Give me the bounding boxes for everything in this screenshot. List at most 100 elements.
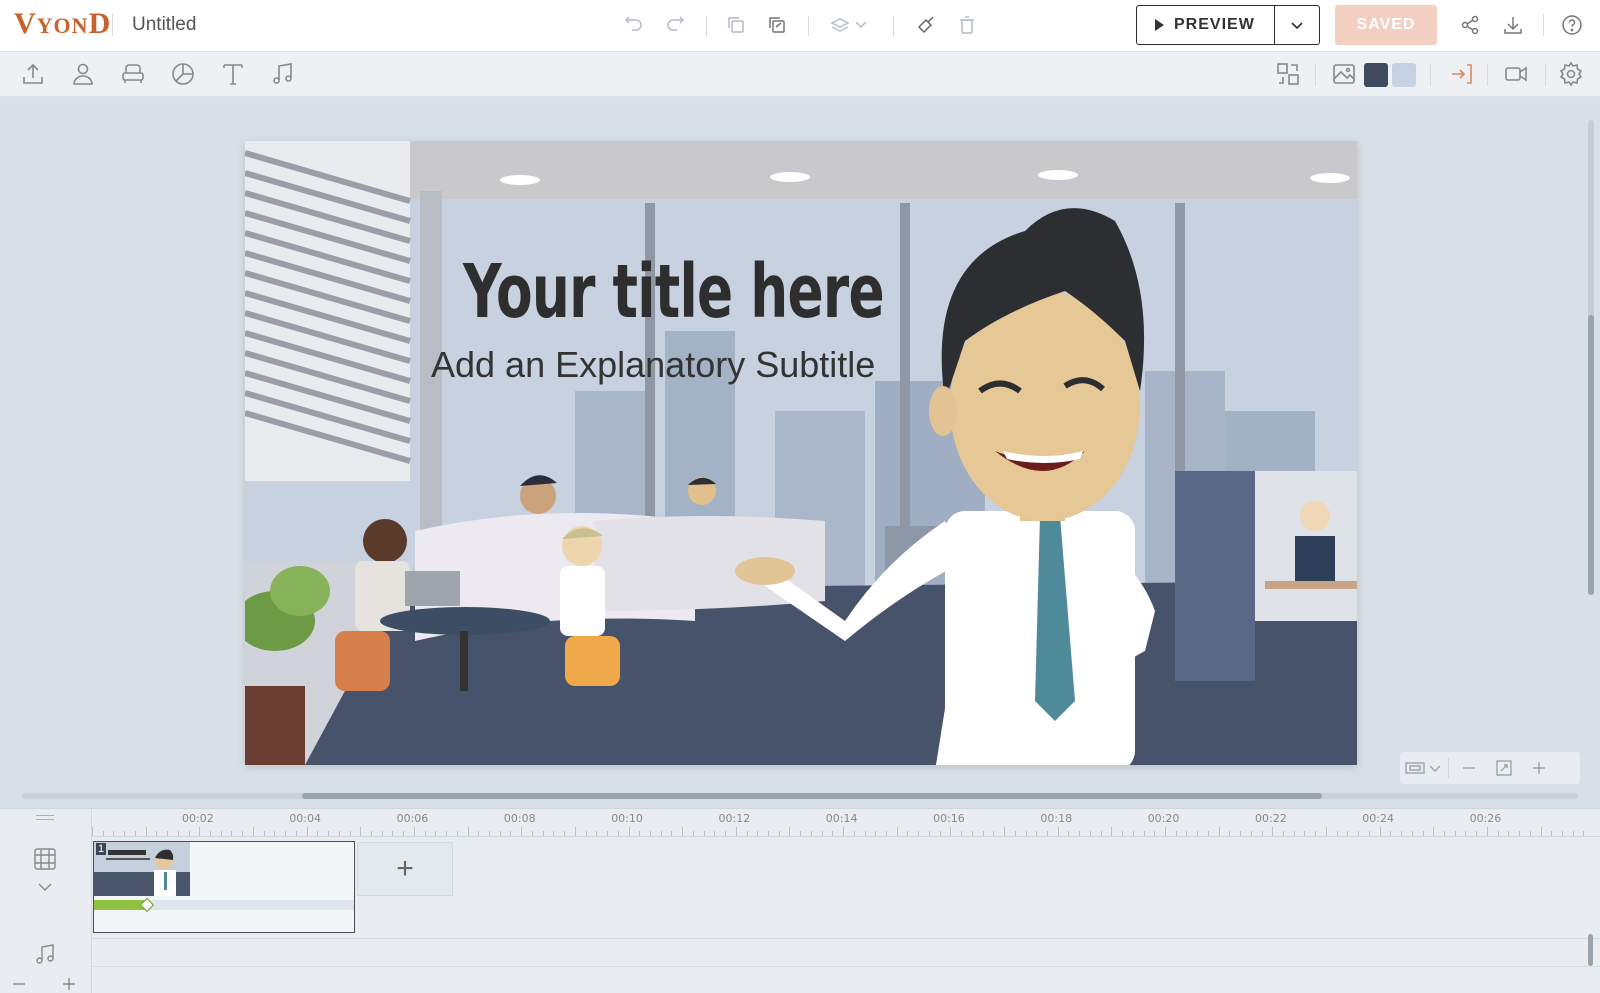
scene-number: 1	[96, 843, 107, 855]
ruler-tick	[1111, 827, 1113, 836]
ruler-tick	[607, 831, 609, 836]
ruler-tick	[424, 831, 426, 836]
stage-vertical-scrollbar[interactable]	[1588, 120, 1594, 595]
ruler-tick	[456, 831, 458, 836]
help-icon[interactable]	[1561, 14, 1585, 38]
ruler-time-label: 00:26	[1469, 812, 1502, 825]
redo-icon[interactable]	[663, 13, 687, 37]
scene-canvas[interactable]: Your title here Add an Explanatory Subti…	[245, 141, 1357, 765]
enter-icon[interactable]	[1447, 60, 1475, 88]
trash-icon[interactable]	[955, 13, 979, 37]
scene-title-text[interactable]: Your title here	[463, 249, 885, 335]
ruler-tick	[1422, 831, 1424, 836]
ruler-tick	[1068, 831, 1070, 836]
preview-play-button[interactable]: PREVIEW	[1137, 6, 1275, 44]
share-icon[interactable]	[1459, 14, 1483, 38]
preview-button[interactable]: PREVIEW	[1136, 5, 1320, 45]
stage-horizontal-scrollbar[interactable]	[22, 793, 1578, 799]
ruler-tick	[1261, 831, 1263, 836]
ruler-tick	[102, 831, 104, 836]
scene-clip[interactable]: 1	[93, 841, 355, 933]
ruler-tick	[381, 831, 383, 836]
ruler-tick	[1497, 831, 1499, 836]
ruler-tick	[971, 831, 973, 836]
upload-icon[interactable]	[19, 60, 47, 88]
ruler-tick	[907, 831, 909, 836]
ruler-tick	[1347, 831, 1349, 836]
download-icon[interactable]	[1502, 14, 1526, 38]
audio-track[interactable]	[92, 940, 1600, 993]
ruler-tick	[961, 831, 963, 836]
music-icon[interactable]	[269, 60, 297, 88]
ruler-tick	[199, 827, 201, 836]
ruler-time-label: 00:16	[933, 812, 965, 825]
ruler-tick	[285, 831, 287, 836]
camera-icon[interactable]	[1502, 60, 1530, 88]
saved-button[interactable]: SAVED	[1335, 5, 1437, 45]
text-icon[interactable]	[219, 60, 247, 88]
preview-dropdown-button[interactable]	[1275, 18, 1319, 32]
ruler-tick	[1540, 827, 1542, 836]
chart-icon[interactable]	[169, 60, 197, 88]
scenes-icon[interactable]	[33, 847, 57, 876]
ruler-tick	[370, 831, 372, 836]
resize-handle[interactable]	[36, 815, 54, 816]
ruler-tick	[746, 831, 748, 836]
chevron-down-icon[interactable]	[38, 879, 52, 897]
zoom-controls	[1400, 752, 1580, 784]
document-title[interactable]: Untitled	[132, 14, 196, 36]
zoom-in-timeline-icon[interactable]	[62, 977, 76, 993]
divider	[808, 16, 809, 36]
ruler-tick	[1036, 831, 1038, 836]
scrollbar-thumb[interactable]	[302, 793, 1322, 799]
ruler-tick	[317, 831, 319, 836]
ruler-time-label: 00:12	[718, 812, 751, 825]
swap-icon[interactable]	[1274, 60, 1302, 88]
ruler-time-label: 00:20	[1147, 812, 1180, 825]
ruler-tick	[413, 827, 415, 836]
zoom-in-button[interactable]	[1519, 752, 1559, 784]
ruler-tick	[800, 831, 802, 836]
brush-icon[interactable]	[914, 13, 938, 37]
ruler-tick	[188, 831, 190, 836]
ruler-tick	[757, 831, 759, 836]
ruler-tick	[1358, 831, 1360, 836]
timeline-scrollbar-thumb[interactable]	[1588, 934, 1593, 966]
color-swatch-dark[interactable]	[1364, 63, 1388, 87]
settings-icon[interactable]	[1557, 60, 1585, 88]
ruler-tick	[510, 831, 512, 836]
add-scene-button[interactable]: +	[357, 842, 453, 896]
scene-duration-bar[interactable]	[94, 897, 354, 913]
paste-icon[interactable]	[765, 13, 789, 37]
ruler-tick	[1519, 831, 1521, 836]
ruler-tick	[1325, 827, 1327, 836]
character-icon[interactable]	[69, 60, 97, 88]
ruler-tick	[1100, 831, 1102, 836]
ruler-tick	[1004, 827, 1006, 836]
fit-button[interactable]	[1489, 752, 1519, 784]
ruler-tick	[467, 827, 469, 836]
layers-icon[interactable]	[828, 13, 872, 37]
prop-icon[interactable]	[119, 60, 147, 88]
zoom-out-button[interactable]	[1449, 752, 1489, 784]
undo-icon[interactable]	[622, 13, 646, 37]
scene-subtitle-text[interactable]: Add an Explanatory Subtitle	[431, 344, 875, 386]
music-icon[interactable]	[33, 942, 57, 971]
ruler-tick	[982, 831, 984, 836]
timeline-ruler[interactable]: 00:02 00:04 00:06 00:08 00:10 00:12 00:14 00:16…	[92, 809, 1600, 837]
color-swatch-light[interactable]	[1392, 63, 1416, 87]
plus-icon	[1533, 762, 1545, 774]
ruler-tick	[274, 831, 276, 836]
zoom-out-timeline-icon[interactable]	[12, 977, 26, 993]
ruler-tick	[1465, 831, 1467, 836]
image-icon[interactable]	[1330, 60, 1358, 88]
ruler-time-label: 00:06	[396, 812, 429, 825]
ruler-tick	[1508, 831, 1510, 836]
vyond-logo[interactable]: VYOND	[14, 7, 111, 41]
aspect-dropdown[interactable]	[1400, 752, 1448, 784]
ruler-tick	[703, 831, 705, 836]
scrollbar-thumb[interactable]	[1588, 315, 1594, 595]
ruler-tick	[1304, 831, 1306, 836]
ruler-tick	[489, 831, 490, 836]
copy-icon[interactable]	[724, 13, 748, 37]
